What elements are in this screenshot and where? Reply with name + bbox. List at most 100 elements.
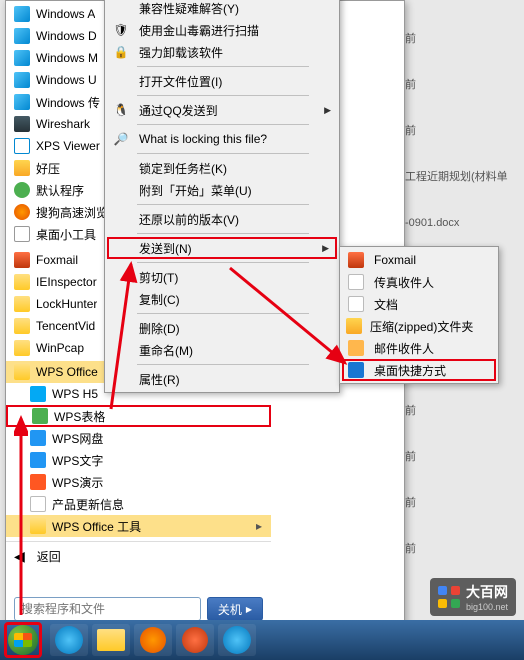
menu-item-icon	[111, 291, 131, 307]
program-icon	[30, 430, 46, 446]
program-label: Wireshark	[36, 117, 90, 131]
menu-item-icon	[111, 0, 131, 16]
menu-item-label: What is locking this file?	[139, 132, 313, 146]
windows-orb-icon	[8, 625, 38, 655]
program-icon	[14, 226, 30, 242]
menu-item-label: 使用金山毒霸进行扫描	[139, 22, 313, 39]
menu-item-icon	[111, 182, 131, 198]
sendto-icon	[346, 274, 366, 290]
context-menu-item[interactable]: 🐧通过QQ发送到▶	[107, 99, 337, 121]
sendto-item[interactable]: Foxmail	[342, 249, 496, 271]
program-label: WPS文字	[52, 452, 103, 469]
taskbar-firefox[interactable]	[176, 624, 214, 656]
sendto-label: 桌面快捷方式	[374, 362, 472, 379]
program-icon	[30, 496, 46, 512]
sendto-item[interactable]: 压缩(zipped)文件夹	[342, 315, 496, 337]
chevron-right-icon: ▸	[255, 519, 263, 533]
program-item[interactable]: WPS网盘	[6, 427, 271, 449]
menu-item-label: 兼容性疑难解答(Y)	[139, 0, 313, 17]
taskbar-media-player[interactable]	[134, 624, 172, 656]
submenu-arrow-icon: ▶	[322, 243, 329, 254]
program-label: 搜狗高速浏览	[36, 204, 108, 221]
menu-item-icon: 🛡	[111, 22, 131, 38]
menu-item-label: 通过QQ发送到	[139, 102, 313, 119]
taskbar-ie-2[interactable]	[218, 624, 256, 656]
shutdown-button[interactable]: 关机 ▶	[207, 597, 263, 621]
context-menu-item[interactable]: 发送到(N) ▶	[107, 237, 337, 259]
program-label: Windows 传	[36, 94, 100, 111]
sendto-item[interactable]: 桌面快捷方式	[342, 359, 496, 381]
back-button[interactable]: ◀ 返回	[6, 541, 271, 571]
program-icon	[14, 252, 30, 268]
sendto-label: 压缩(zipped)文件夹	[370, 318, 473, 335]
program-item[interactable]: WPS表格	[6, 405, 271, 427]
context-menu: 兼容性疑难解答(Y) 🛡 使用金山毒霸进行扫描 🔒强力卸载该软件打开文件位置(I) 🐧 通…	[104, 0, 340, 393]
sendto-label: 传真收件人	[374, 274, 472, 291]
sendto-icon	[346, 296, 366, 312]
context-menu-item[interactable]: 锁定到任务栏(K)	[107, 157, 337, 179]
program-icon	[14, 204, 30, 220]
program-label: WPS表格	[54, 408, 105, 425]
sendto-item[interactable]: 邮件收件人	[342, 337, 496, 359]
menu-item-label: 重命名(M)	[139, 342, 313, 359]
context-menu-item[interactable]: 🛡 使用金山毒霸进行扫描	[107, 19, 337, 41]
program-item[interactable]: WPS文字	[6, 449, 271, 471]
menu-item-icon: 🔎	[111, 131, 131, 147]
sendto-submenu: Foxmail 传真收件人文档压缩(zipped)文件夹邮件收件人桌面快捷方式	[339, 246, 499, 384]
menu-item-label: 复制(C)	[139, 291, 313, 308]
sendto-item[interactable]: 传真收件人	[342, 271, 496, 293]
context-menu-item[interactable]: 复制(C)	[107, 288, 337, 310]
program-label: Windows A	[36, 7, 95, 21]
context-menu-item[interactable]: 打开文件位置(I)	[107, 70, 337, 92]
program-label: Windows D	[36, 29, 97, 43]
ie-icon	[223, 626, 251, 654]
context-menu-item[interactable]: 剪切(T)	[107, 266, 337, 288]
program-icon	[14, 50, 30, 66]
program-icon	[14, 116, 30, 132]
program-icon	[14, 160, 30, 176]
menu-item-label: 附到「开始」菜单(U)	[139, 182, 313, 199]
context-menu-item[interactable]: 重命名(M)	[107, 339, 337, 361]
context-menu-item[interactable]: 🔎 What is locking this file?	[107, 128, 337, 150]
wps-office-tools-folder[interactable]: WPS Office 工具 ▸	[6, 515, 271, 537]
menu-item-icon: 🐧	[111, 102, 131, 118]
folder-icon	[30, 518, 46, 534]
shutdown-label: 关机	[218, 601, 242, 618]
context-menu-item[interactable]: 属性(R)	[107, 368, 337, 390]
program-label: WPS网盘	[52, 430, 103, 447]
menu-item-icon	[111, 320, 131, 336]
sendto-icon	[346, 340, 366, 356]
taskbar	[0, 620, 524, 660]
start-button[interactable]	[4, 622, 42, 658]
program-label: LockHunter	[36, 297, 97, 311]
menu-item-label: 删除(D)	[139, 320, 313, 337]
program-icon	[14, 94, 30, 110]
program-label: Windows U	[36, 73, 97, 87]
program-label: IEInspector	[36, 275, 97, 289]
taskbar-ie[interactable]	[50, 624, 88, 656]
program-label: WPS H5	[52, 387, 98, 401]
program-item[interactable]: 产品更新信息	[6, 493, 271, 515]
search-input[interactable]	[14, 597, 201, 621]
context-menu-item[interactable]: 附到「开始」菜单(U)	[107, 179, 337, 201]
program-icon	[14, 138, 30, 154]
back-arrow-icon: ◀	[14, 548, 25, 565]
menu-item-label: 锁定到任务栏(K)	[139, 160, 313, 177]
firefox-icon	[182, 627, 208, 653]
context-menu-item[interactable]: 🔒强力卸载该软件	[107, 41, 337, 63]
menu-item-icon	[111, 269, 131, 285]
taskbar-explorer[interactable]	[92, 624, 130, 656]
menu-item-label: 打开文件位置(I)	[139, 73, 313, 90]
media-player-icon	[140, 627, 166, 653]
context-menu-item[interactable]: 删除(D)	[107, 317, 337, 339]
context-menu-item[interactable]: 兼容性疑难解答(Y)	[107, 0, 337, 19]
program-icon	[30, 386, 46, 402]
menu-item-label: 发送到(N)	[139, 240, 313, 257]
explorer-icon	[97, 629, 125, 651]
menu-item-icon: 🔒	[111, 44, 131, 60]
program-item[interactable]: WPS演示	[6, 471, 271, 493]
program-icon	[14, 28, 30, 44]
sendto-item[interactable]: 文档	[342, 293, 496, 315]
context-menu-item[interactable]: 还原以前的版本(V)	[107, 208, 337, 230]
watermark: 大百网 big100.net	[430, 578, 516, 616]
